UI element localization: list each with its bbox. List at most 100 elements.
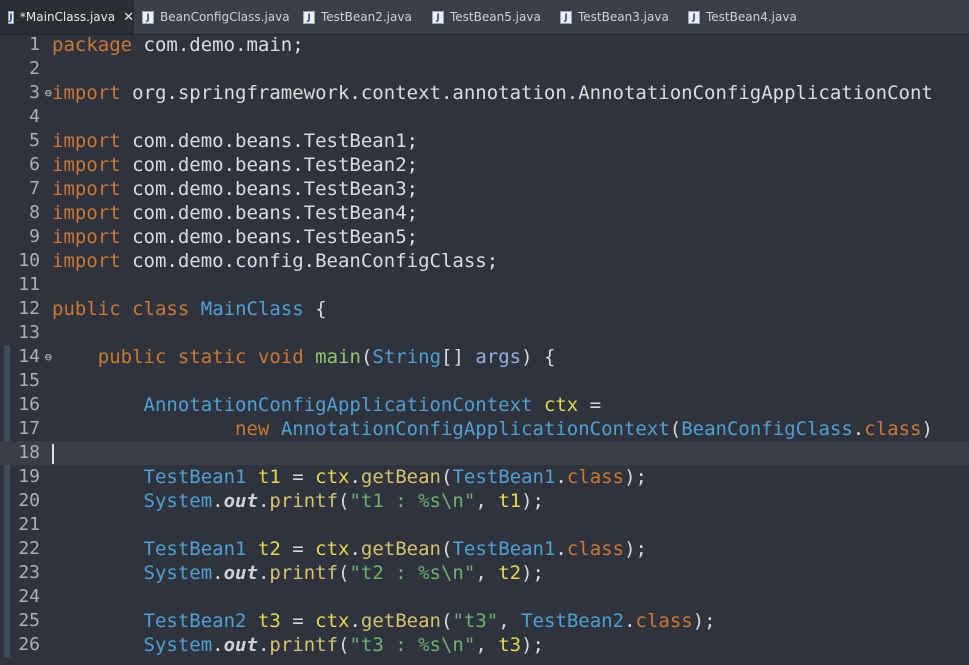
code-line[interactable]: 15 — [0, 369, 969, 393]
line-number: 6 — [29, 154, 40, 175]
tab-label: TestBean3.java — [578, 10, 669, 24]
line-number-gutter: 9 — [4, 225, 44, 249]
line-number: 4 — [29, 106, 40, 127]
fold-toggle-icon[interactable]: ⊖ — [45, 81, 52, 105]
line-number: 26 — [18, 634, 40, 655]
java-file-icon: J — [688, 10, 700, 24]
line-number: 14 — [18, 346, 40, 367]
line-number: 7 — [29, 178, 40, 199]
code-line[interactable]: 22 TestBean1 t2 = ctx.getBean(TestBean1.… — [0, 537, 969, 561]
java-file-icon: J — [560, 10, 572, 24]
code-line[interactable]: 12 public class MainClass { — [0, 297, 969, 321]
line-number-gutter: 10 — [4, 249, 44, 273]
line-number: 24 — [18, 586, 40, 607]
code-text: new AnnotationConfigApplicationContext(B… — [235, 418, 933, 440]
line-number-gutter: 24 — [4, 585, 44, 609]
code-text: package com.demo.main; — [52, 34, 304, 56]
code-line[interactable]: 4 — [0, 105, 969, 129]
line-number: 13 — [18, 322, 40, 343]
line-number: 5 — [29, 130, 40, 151]
code-line[interactable]: 25 TestBean2 t3 = ctx.getBean("t3", Test… — [0, 609, 969, 633]
code-line[interactable]: 11 — [0, 273, 969, 297]
code-line[interactable]: 5 import com.demo.beans.TestBean1; — [0, 129, 969, 153]
line-number: 12 — [18, 298, 40, 319]
code-line[interactable]: 24 — [0, 585, 969, 609]
code-text: System.out.printf("t1 : %s\n", t1); — [143, 490, 544, 512]
line-number: 21 — [18, 514, 40, 535]
line-number-gutter: 4 — [4, 105, 44, 129]
code-line[interactable]: 1 package com.demo.main; — [0, 33, 969, 57]
code-line[interactable]: 7 import com.demo.beans.TestBean3; — [0, 177, 969, 201]
line-number-gutter: 11 — [4, 273, 44, 297]
tab-label: TestBean2.java — [321, 10, 412, 24]
java-file-icon: J — [142, 10, 154, 24]
text-caret — [52, 443, 54, 464]
code-text: AnnotationConfigApplicationContext ctx = — [143, 394, 602, 416]
line-number-gutter: 21 — [4, 513, 44, 537]
code-line[interactable]: 3 ⊖ import org.springframework.context.ann… — [0, 81, 969, 105]
line-number: 1 — [29, 34, 40, 55]
code-line[interactable]: 17 new AnnotationConfigApplicationContex… — [0, 417, 969, 441]
line-number-gutter: 5 — [4, 129, 44, 153]
tab-testbean3[interactable]: J TestBean3.java — [560, 0, 669, 34]
line-number: 22 — [18, 538, 40, 559]
code-text — [52, 441, 54, 465]
code-text: import com.demo.beans.TestBean1; — [52, 130, 419, 152]
code-text: import org.springframework.context.annot… — [52, 82, 933, 104]
code-line[interactable]: 16 AnnotationConfigApplicationContext ct… — [0, 393, 969, 417]
code-text: TestBean1 t2 = ctx.getBean(TestBean1.cla… — [143, 538, 647, 560]
tab-beanconfigclass[interactable]: J BeanConfigClass.java — [142, 0, 290, 34]
code-line[interactable]: 20 System.out.printf("t1 : %s\n", t1); — [0, 489, 969, 513]
tab-testbean5[interactable]: J TestBean5.java — [432, 0, 541, 34]
tab-mainclass[interactable]: J *MainClass.java ✕ — [0, 0, 134, 34]
code-text: import com.demo.beans.TestBean4; — [52, 202, 419, 224]
line-number-gutter: 13 — [4, 321, 44, 345]
code-line[interactable]: 26 System.out.printf("t3 : %s\n", t3); — [0, 633, 969, 657]
code-line[interactable]: 13 — [0, 321, 969, 345]
code-text: public class MainClass { — [52, 298, 327, 320]
line-number: 16 — [18, 394, 40, 415]
fold-toggle-icon[interactable]: ⊖ — [45, 345, 52, 369]
code-line[interactable]: 6 import com.demo.beans.TestBean2; — [0, 153, 969, 177]
code-line[interactable]: 23 System.out.printf("t2 : %s\n", t2); — [0, 561, 969, 585]
line-number: 20 — [18, 490, 40, 511]
code-text: import com.demo.beans.TestBean5; — [52, 226, 419, 248]
code-text: TestBean1 t1 = ctx.getBean(TestBean1.cla… — [143, 466, 647, 488]
line-number: 9 — [29, 226, 40, 247]
tab-label: TestBean4.java — [706, 10, 797, 24]
code-text: import com.demo.beans.TestBean2; — [52, 154, 419, 176]
line-number: 11 — [18, 274, 40, 295]
code-line[interactable]: 9 import com.demo.beans.TestBean5; — [0, 225, 969, 249]
line-number: 17 — [18, 418, 40, 439]
code-editor[interactable]: 1 package com.demo.main; 2 3 ⊖ import org.spr… — [0, 33, 969, 665]
tab-label: TestBean5.java — [450, 10, 541, 24]
tab-testbean2[interactable]: J TestBean2.java — [303, 0, 412, 34]
tab-testbean4[interactable]: J TestBean4.java — [688, 0, 797, 34]
code-line[interactable]: 8 import com.demo.beans.TestBean4; — [0, 201, 969, 225]
code-line[interactable]: 14 ⊖ public static void main(String[] arg… — [0, 345, 969, 369]
tab-label: BeanConfigClass.java — [160, 10, 290, 24]
line-number: 19 — [18, 466, 40, 487]
tab-label: *MainClass.java — [19, 10, 116, 24]
close-icon[interactable]: ✕ — [123, 10, 134, 25]
line-number-gutter: 3 ⊖ — [4, 81, 52, 105]
code-text: System.out.printf("t2 : %s\n", t2); — [143, 562, 544, 584]
code-text: TestBean2 t3 = ctx.getBean("t3", TestBea… — [143, 610, 716, 632]
code-line[interactable]: 2 — [0, 57, 969, 81]
code-line[interactable]: 21 — [0, 513, 969, 537]
line-number: 18 — [18, 442, 40, 463]
line-number-gutter: 7 — [4, 177, 44, 201]
line-number-gutter: 8 — [4, 201, 44, 225]
line-number: 15 — [18, 370, 40, 391]
line-number-gutter: 17 — [4, 417, 44, 441]
line-number-gutter: 20 — [4, 489, 44, 513]
code-line[interactable]: 18 — [0, 441, 969, 465]
line-number-gutter: 14 ⊖ — [4, 345, 52, 369]
line-number-gutter: 26 — [4, 633, 44, 657]
code-line[interactable]: 10 import com.demo.config.BeanConfigClass… — [0, 249, 969, 273]
line-number-gutter: 16 — [4, 393, 44, 417]
code-line[interactable]: 19 TestBean1 t1 = ctx.getBean(TestBean1.… — [0, 465, 969, 489]
line-number: 8 — [29, 202, 40, 223]
line-number-gutter: 19 — [4, 465, 44, 489]
line-number-gutter: 2 — [4, 57, 44, 81]
